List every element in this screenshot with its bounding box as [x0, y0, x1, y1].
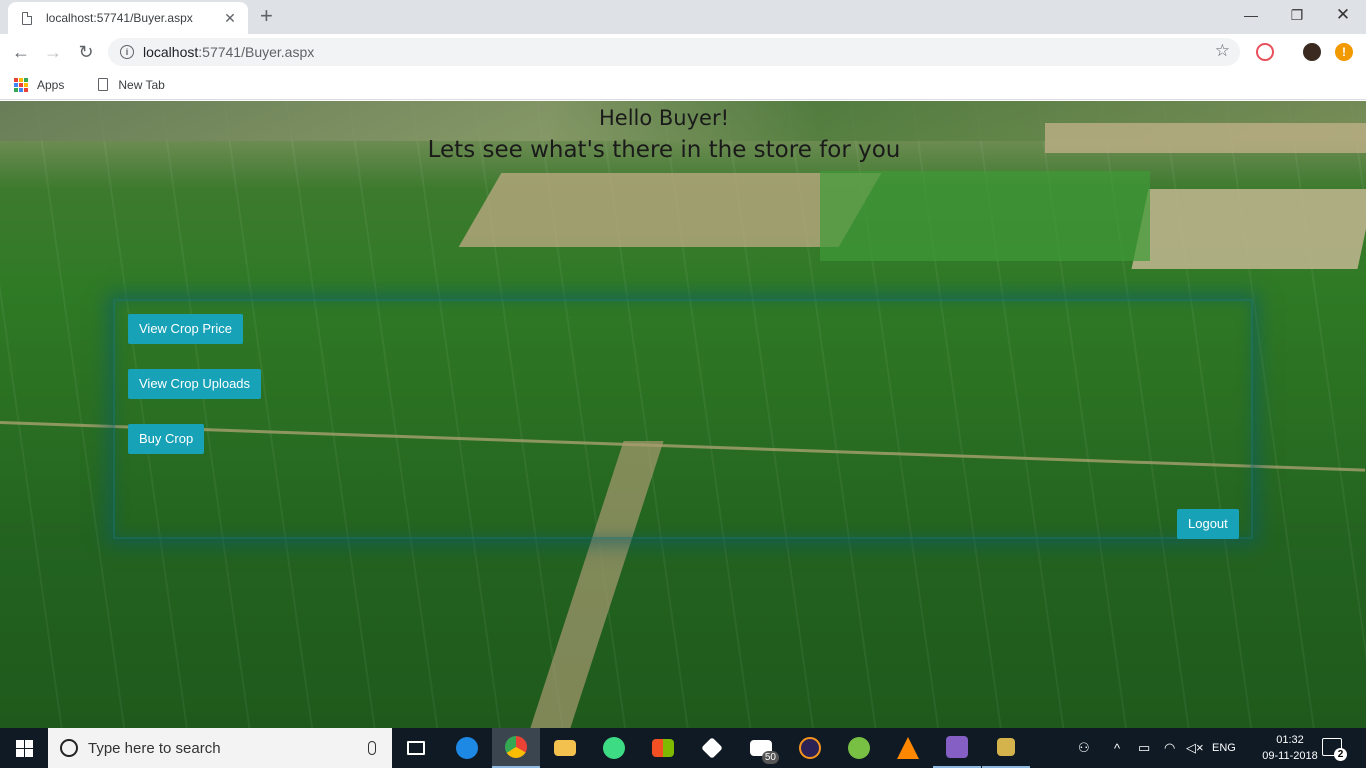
page-icon: [22, 11, 32, 25]
back-icon[interactable]: ←: [10, 41, 32, 63]
browser-tab-strip: localhost:57741/Buyer.aspx ✕ + — ❐ ✕: [0, 0, 1366, 34]
avatar[interactable]: [1303, 43, 1321, 61]
logout-button[interactable]: Logout: [1177, 509, 1239, 539]
field-tan-right-2: [1131, 189, 1366, 269]
vlc-icon[interactable]: [884, 728, 932, 768]
mail-badge: 50: [761, 751, 779, 764]
utorrent-icon[interactable]: [835, 728, 883, 768]
info-icon[interactable]: i: [120, 45, 134, 59]
wifi-icon[interactable]: ◠: [1164, 728, 1175, 768]
taskbar: Type here to search 50 ⚇ ^ ▭ ◠ ◁× ENG 01…: [0, 728, 1366, 768]
tab-close-icon[interactable]: ✕: [222, 10, 238, 27]
search-placeholder: Type here to search: [88, 739, 221, 757]
field-tan-center: [458, 173, 882, 247]
store-icon[interactable]: [639, 728, 687, 768]
page-title: Hello Buyer!: [598, 106, 730, 130]
language-indicator[interactable]: ENG: [1212, 728, 1236, 768]
tab-title: localhost:57741/Buyer.aspx: [46, 11, 193, 25]
url-host: localhost: [143, 44, 199, 60]
bookmark-apps[interactable]: Apps: [37, 78, 64, 92]
new-tab-icon[interactable]: +: [260, 5, 273, 27]
buy-crop-button[interactable]: Buy Crop: [128, 424, 205, 454]
page-subtitle: Lets see what's there in the store for y…: [427, 137, 901, 163]
tools-icon[interactable]: [982, 728, 1030, 768]
restore-icon[interactable]: ❐: [1274, 0, 1320, 30]
bookmarks-bar: Apps New Tab: [0, 70, 1366, 100]
browser-toolbar: ← → ↻ i localhost:57741/Buyer.aspx ☆ !: [0, 34, 1366, 70]
mail-icon[interactable]: 50: [737, 728, 785, 768]
minimize-icon[interactable]: —: [1228, 0, 1274, 30]
forward-icon[interactable]: →: [42, 41, 64, 63]
cortana-icon: [60, 739, 78, 757]
clock[interactable]: 01:32 09-11-2018: [1262, 732, 1318, 764]
view-crop-price-button[interactable]: View Crop Price: [128, 314, 243, 344]
apps-grid-icon[interactable]: [14, 77, 28, 92]
bookmark-new-tab[interactable]: New Tab: [118, 78, 164, 92]
browser-tab[interactable]: localhost:57741/Buyer.aspx ✕: [8, 2, 248, 34]
android-studio-icon[interactable]: [590, 728, 638, 768]
people-icon[interactable]: ⚇: [1078, 728, 1090, 768]
page-icon: [98, 78, 109, 91]
address-bar[interactable]: i localhost:57741/Buyer.aspx ☆: [108, 38, 1240, 66]
close-window-icon[interactable]: ✕: [1320, 0, 1366, 30]
field-bright-green: [820, 171, 1150, 261]
show-hidden-icons[interactable]: ^: [1114, 728, 1120, 768]
reload-icon[interactable]: ↻: [75, 41, 97, 63]
clock-time: 01:32: [1276, 734, 1304, 746]
profile-alert-icon[interactable]: !: [1335, 43, 1353, 61]
page-background: Hello Buyer! Lets see what's there in th…: [0, 101, 1366, 728]
view-crop-uploads-button[interactable]: View Crop Uploads: [128, 369, 262, 399]
actions-panel: [113, 299, 1253, 539]
microphone-icon[interactable]: [368, 741, 376, 755]
windows-icon: [15, 739, 33, 757]
task-view-icon[interactable]: [392, 728, 440, 768]
visual-studio-icon[interactable]: [933, 728, 981, 768]
battery-icon[interactable]: ▭: [1138, 728, 1150, 768]
chrome-icon[interactable]: [492, 728, 540, 768]
dropbox-icon[interactable]: [688, 728, 736, 768]
url-path: :57741/Buyer.aspx: [198, 44, 315, 60]
bookmark-star-icon[interactable]: ☆: [1215, 41, 1230, 61]
extension-icon[interactable]: [1256, 43, 1274, 61]
volume-muted-icon[interactable]: ◁×: [1186, 728, 1204, 768]
notification-count: 2: [1334, 748, 1347, 761]
taskbar-search[interactable]: Type here to search: [48, 728, 392, 768]
file-explorer-icon[interactable]: [541, 728, 589, 768]
start-button[interactable]: [0, 728, 48, 768]
eclipse-icon[interactable]: [786, 728, 834, 768]
clock-date: 09-11-2018: [1262, 750, 1318, 762]
edge-icon[interactable]: [443, 728, 491, 768]
